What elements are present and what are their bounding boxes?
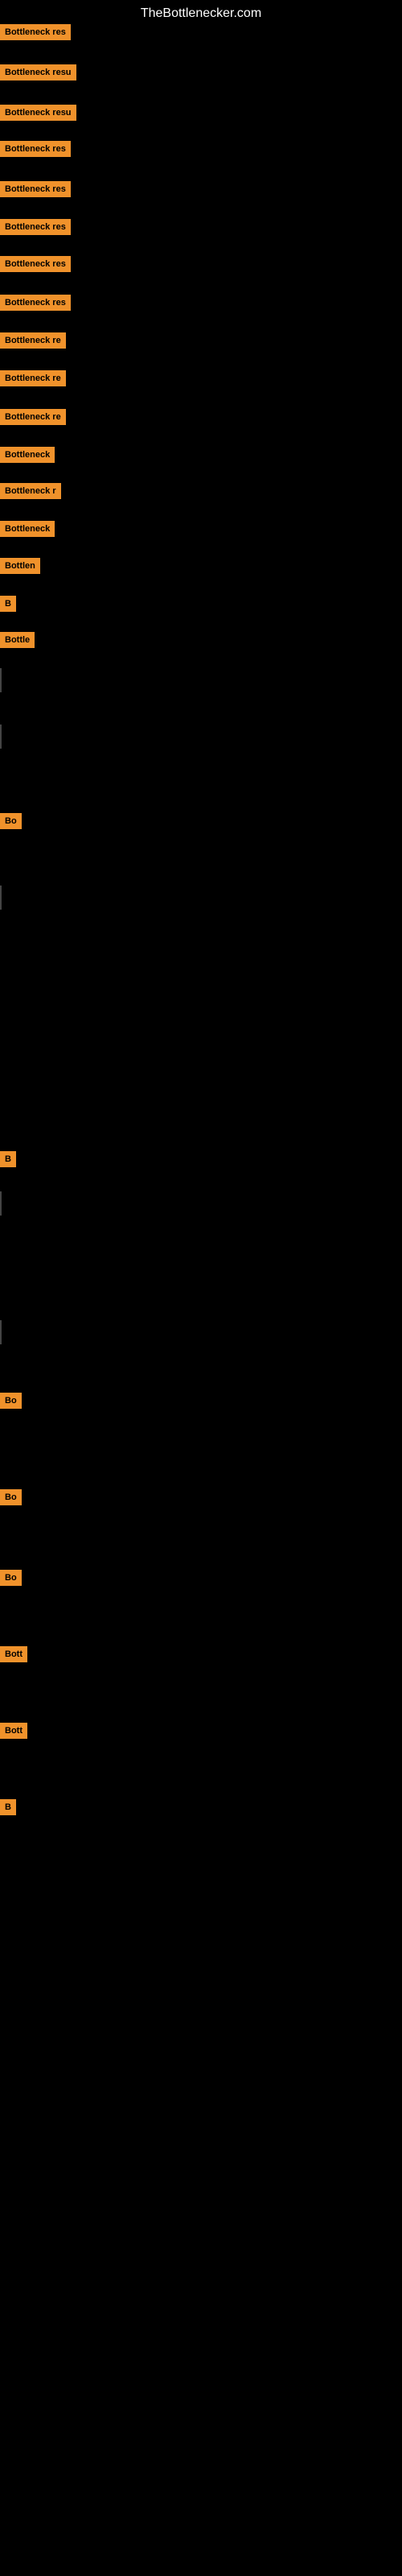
bottleneck-button-btn15[interactable]: Bottlen — [0, 558, 40, 574]
bottleneck-button-btn1[interactable]: Bottleneck res — [0, 24, 71, 40]
site-title: TheBottlenecker.com — [0, 0, 402, 27]
bottleneck-button-btn2[interactable]: Bottleneck resu — [0, 64, 76, 80]
divider-div2 — [0, 724, 2, 749]
bottleneck-button-btn10[interactable]: Bottleneck re — [0, 370, 66, 386]
bottleneck-button-btn6[interactable]: Bottleneck res — [0, 219, 71, 235]
divider-div5 — [0, 1320, 2, 1344]
bottleneck-button-btn14[interactable]: Bottleneck — [0, 521, 55, 537]
bottleneck-button-btn13[interactable]: Bottleneck r — [0, 483, 61, 499]
bottleneck-button-btn16[interactable]: B — [0, 596, 16, 612]
bottleneck-button-btn19[interactable]: B — [0, 1151, 16, 1167]
bottleneck-button-btn8[interactable]: Bottleneck res — [0, 295, 71, 311]
bottleneck-button-btn20[interactable]: Bo — [0, 1393, 22, 1409]
bottleneck-button-btn25[interactable]: B — [0, 1799, 16, 1815]
bottleneck-button-btn21[interactable]: Bo — [0, 1489, 22, 1505]
bottleneck-button-btn24[interactable]: Bott — [0, 1723, 27, 1739]
bottleneck-button-btn7[interactable]: Bottleneck res — [0, 256, 71, 272]
bottleneck-button-btn11[interactable]: Bottleneck re — [0, 409, 66, 425]
bottleneck-button-btn23[interactable]: Bott — [0, 1646, 27, 1662]
bottleneck-button-btn9[interactable]: Bottleneck re — [0, 332, 66, 349]
bottleneck-button-btn18[interactable]: Bo — [0, 813, 22, 829]
bottleneck-button-btn4[interactable]: Bottleneck res — [0, 141, 71, 157]
bottleneck-button-btn3[interactable]: Bottleneck resu — [0, 105, 76, 121]
bottleneck-button-btn17[interactable]: Bottle — [0, 632, 35, 648]
divider-div3 — [0, 886, 2, 910]
bottleneck-button-btn22[interactable]: Bo — [0, 1570, 22, 1586]
divider-div4 — [0, 1191, 2, 1216]
bottleneck-button-btn12[interactable]: Bottleneck — [0, 447, 55, 463]
divider-div1 — [0, 668, 2, 692]
bottleneck-button-btn5[interactable]: Bottleneck res — [0, 181, 71, 197]
